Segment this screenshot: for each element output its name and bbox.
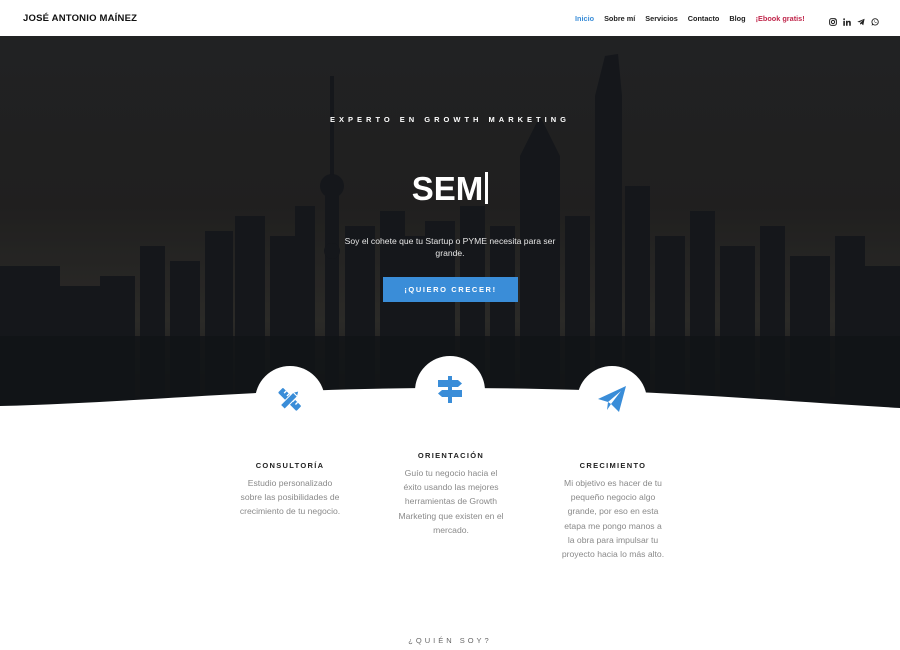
quiero-crecer-button[interactable]: ¡QUIERO CRECER! (383, 277, 518, 302)
pencil-ruler-icon (275, 384, 305, 419)
nav-servicios[interactable]: Servicios (645, 14, 677, 23)
linkedin-icon[interactable] (843, 13, 851, 26)
feature-icon-consultoria (255, 366, 325, 436)
typing-cursor (485, 172, 489, 204)
nav-inicio[interactable]: Inicio (575, 14, 594, 23)
feature-title-consultoria: CONSULTORÍA (255, 461, 325, 470)
instagram-icon[interactable] (829, 13, 837, 26)
nav-ebook[interactable]: ¡Ebook gratis! (756, 14, 805, 23)
nav-blog[interactable]: Blog (729, 14, 745, 23)
hero-title-text: SEM (411, 170, 484, 207)
nav-sobre-mi[interactable]: Sobre mí (604, 14, 635, 23)
feature-title-crecimiento: CRECIMIENTO (579, 461, 647, 470)
feature-icon-crecimiento (577, 366, 647, 436)
feature-text-consultoria: Estudio personalizado sobre las posibili… (239, 478, 341, 517)
whatsapp-icon[interactable] (871, 13, 879, 26)
feature-icon-orientacion (415, 356, 485, 426)
hero-subtitle: Soy el cohete que tu Startup o PYME nece… (344, 236, 556, 258)
social-links (829, 13, 879, 26)
paper-plane-icon (597, 385, 627, 418)
feature-title-orientacion: ORIENTACIÓN (417, 451, 485, 460)
site-header: JOSÉ ANTONIO MAÍNEZ Inicio Sobre mí Serv… (0, 0, 900, 36)
main-nav: Inicio Sobre mí Servicios Contacto Blog … (575, 14, 805, 23)
feature-text-crecimiento: Mi objetivo es hacer de tu pequeño negoc… (561, 478, 665, 560)
nav-contacto[interactable]: Contacto (688, 14, 720, 23)
hero-title: SEM (0, 170, 900, 208)
signpost-icon (436, 374, 464, 409)
telegram-icon[interactable] (857, 13, 865, 26)
feature-text-orientacion: Guío tu negocio hacia el éxito usando la… (398, 468, 504, 535)
site-brand[interactable]: JOSÉ ANTONIO MAÍNEZ (23, 13, 137, 24)
quien-soy-heading: ¿QUIÉN SOY? (408, 636, 492, 645)
hero-eyebrow: EXPERTO EN GROWTH MARKETING (330, 115, 570, 124)
